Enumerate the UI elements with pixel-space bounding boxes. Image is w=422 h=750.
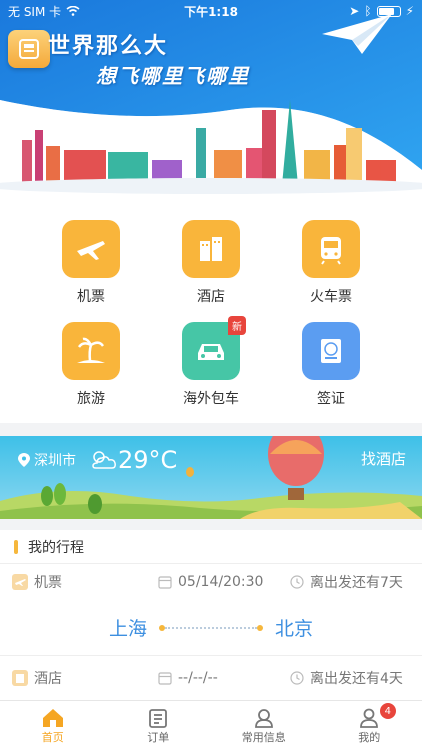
bottom-tab-bar: 首页 订单 常用信息 4 我的 (0, 700, 422, 750)
wifi-icon (66, 6, 80, 16)
trip-row-hotel[interactable]: 酒店 --/--/-- 离出发还有4天 (0, 660, 422, 696)
trip-row-flight[interactable]: 机票 05/14/20:30 离出发还有7天 (0, 564, 422, 600)
hotel-icon (182, 220, 240, 278)
service-visa[interactable]: 签证 (276, 322, 386, 408)
route-from: 上海 (108, 618, 147, 640)
service-overseas-car-label: 海外包车 (183, 391, 239, 407)
my-trips-section: 我的行程 机票 05/14/20:30 离出发还有7天 上海 北京 酒店 --/… (0, 530, 422, 702)
plane-icon (12, 574, 28, 590)
bluetooth-icon: ᛒ (364, 4, 372, 18)
find-hotel-link[interactable]: 找酒店 (361, 448, 406, 469)
battery-icon (376, 5, 401, 17)
service-flight[interactable]: 机票 (36, 220, 146, 306)
beach-icon (62, 322, 120, 380)
service-travel[interactable]: 旅游 (36, 322, 146, 408)
plane-icon (62, 220, 120, 278)
charging-icon: ⚡ (405, 4, 414, 18)
trip-type-label: 机票 (34, 575, 62, 591)
service-visa-label: 签证 (317, 391, 345, 407)
service-overseas-car[interactable]: 新 海外包车 (156, 316, 266, 408)
weather-illustration (0, 436, 422, 519)
visa-icon (302, 322, 360, 380)
service-flight-label: 机票 (77, 289, 105, 305)
trip-remaining: 离出发还有7天 (310, 575, 403, 591)
service-hotel[interactable]: 酒店 (156, 220, 266, 306)
tab-profile-label: 我的 (358, 730, 381, 744)
trips-title: 我的行程 (28, 539, 84, 556)
services-grid: 机票 酒店 火车票 旅游 新 海外包车 签证 (0, 205, 422, 423)
tab-home[interactable]: 首页 (0, 701, 106, 750)
trip-remaining: 离出发还有4天 (310, 671, 403, 687)
tab-common-info-label: 常用信息 (241, 730, 286, 744)
train-icon (302, 220, 360, 278)
service-hotel-label: 酒店 (197, 289, 225, 305)
orders-icon (149, 708, 168, 728)
tab-orders[interactable]: 订单 (106, 701, 212, 750)
hotel-icon (12, 670, 28, 686)
app-root: 世界那么大 想飞哪里飞哪里 无 SIM 卡 下午1:18 ➤ ᛒ ⚡ 机票 酒店… (0, 0, 422, 750)
hero-banner[interactable]: 世界那么大 想飞哪里飞哪里 (0, 0, 422, 205)
status-time: 下午1:18 (184, 4, 238, 19)
notification-badge: 4 (379, 703, 396, 719)
home-icon (42, 708, 63, 727)
status-bar: 无 SIM 卡 下午1:18 ➤ ᛒ ⚡ (0, 0, 422, 22)
trip-type-label: 酒店 (34, 671, 62, 687)
section-marker (14, 539, 18, 554)
hero-subtitle: 想飞哪里飞哪里 (96, 64, 250, 88)
car-icon: 新 (182, 316, 246, 380)
service-train-label: 火车票 (310, 289, 352, 305)
trip-route[interactable]: 上海 北京 (0, 600, 422, 656)
service-travel-label: 旅游 (77, 391, 105, 407)
contacts-icon (254, 708, 273, 728)
route-line (159, 624, 263, 631)
service-train[interactable]: 火车票 (276, 220, 386, 306)
trip-date: 05/14/20:30 (178, 574, 264, 590)
trips-header: 我的行程 (0, 530, 422, 564)
carrier-label: 无 SIM 卡 (8, 4, 62, 19)
weather-city: 深圳市 (18, 450, 76, 470)
weather-banner[interactable]: 深圳市 29°C 找酒店 (0, 436, 422, 519)
weather-city-label: 深圳市 (34, 453, 76, 469)
clock-icon (290, 575, 304, 589)
clock-icon (290, 671, 304, 685)
weather-temperature: 29°C (118, 446, 178, 474)
location-pin-icon (18, 453, 30, 467)
calendar-icon (158, 576, 172, 589)
app-logo-icon (8, 30, 50, 68)
new-badge: 新 (228, 316, 246, 335)
profile-icon (360, 708, 379, 728)
route-to: 北京 (275, 618, 314, 640)
tab-home-label: 首页 (41, 730, 64, 744)
calendar-icon (158, 672, 172, 685)
tab-profile[interactable]: 4 我的 (317, 701, 422, 750)
partly-cloudy-icon (92, 451, 116, 469)
tab-orders-label: 订单 (147, 730, 170, 744)
hero-title: 世界那么大 (48, 34, 169, 59)
trip-date: --/--/-- (178, 670, 218, 686)
tab-common-info[interactable]: 常用信息 (211, 701, 317, 750)
location-icon: ➤ (349, 4, 360, 18)
